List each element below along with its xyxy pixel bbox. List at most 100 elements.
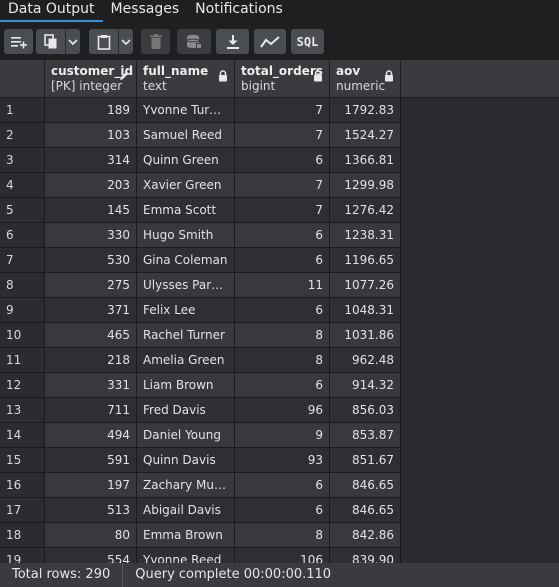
table-row[interactable]: 15 591 Quinn Davis 93 851.67 bbox=[0, 448, 559, 473]
row-number-cell[interactable]: 7 bbox=[0, 248, 45, 273]
cell-customer-id[interactable]: 103 bbox=[45, 123, 137, 148]
cell-total-orders[interactable]: 8 bbox=[235, 348, 330, 373]
add-row-button[interactable] bbox=[4, 29, 33, 54]
cell-aov[interactable]: 856.03 bbox=[330, 398, 401, 423]
row-number-cell[interactable]: 16 bbox=[0, 473, 45, 498]
column-header-aov[interactable]: aov numeric bbox=[330, 60, 401, 98]
cell-full-name[interactable]: Abigail Davis bbox=[137, 498, 235, 523]
tab-data-output[interactable]: Data Output bbox=[0, 0, 103, 22]
cell-total-orders[interactable]: 6 bbox=[235, 373, 330, 398]
table-row[interactable]: 12 331 Liam Brown 6 914.32 bbox=[0, 373, 559, 398]
cell-total-orders[interactable]: 7 bbox=[235, 98, 330, 123]
cell-full-name[interactable]: Gina Coleman bbox=[137, 248, 235, 273]
paste-button[interactable] bbox=[89, 29, 118, 54]
cell-total-orders[interactable]: 96 bbox=[235, 398, 330, 423]
save-data-button[interactable] bbox=[177, 29, 211, 54]
cell-full-name[interactable]: Zachary Mur... bbox=[137, 473, 235, 498]
table-row[interactable]: 4 203 Xavier Green 7 1299.98 bbox=[0, 173, 559, 198]
cell-full-name[interactable]: Quinn Green bbox=[137, 148, 235, 173]
cell-full-name[interactable]: Samuel Reed bbox=[137, 123, 235, 148]
column-header-total-orders[interactable]: total_orders bigint bbox=[235, 60, 330, 98]
cell-aov[interactable]: 1366.81 bbox=[330, 148, 401, 173]
cell-full-name[interactable]: Ulysses Parker bbox=[137, 273, 235, 298]
table-row[interactable]: 8 275 Ulysses Parker 11 1077.26 bbox=[0, 273, 559, 298]
cell-customer-id[interactable]: 513 bbox=[45, 498, 137, 523]
cell-total-orders[interactable]: 6 bbox=[235, 248, 330, 273]
row-number-cell[interactable]: 6 bbox=[0, 223, 45, 248]
cell-aov[interactable]: 1276.42 bbox=[330, 198, 401, 223]
cell-total-orders[interactable]: 9 bbox=[235, 423, 330, 448]
cell-total-orders[interactable]: 11 bbox=[235, 273, 330, 298]
cell-customer-id[interactable]: 275 bbox=[45, 273, 137, 298]
table-row[interactable]: 10 465 Rachel Turner 8 1031.86 bbox=[0, 323, 559, 348]
sql-button[interactable]: SQL bbox=[291, 29, 324, 54]
cell-aov[interactable]: 846.65 bbox=[330, 498, 401, 523]
table-row[interactable]: 2 103 Samuel Reed 7 1524.27 bbox=[0, 123, 559, 148]
column-header-full-name[interactable]: full_name text bbox=[137, 60, 235, 98]
copy-options-button[interactable] bbox=[65, 29, 80, 54]
cell-full-name[interactable]: Yvonne Reed bbox=[137, 548, 235, 563]
cell-full-name[interactable]: Rachel Turner bbox=[137, 323, 235, 348]
cell-customer-id[interactable]: 203 bbox=[45, 173, 137, 198]
row-number-cell[interactable]: 11 bbox=[0, 348, 45, 373]
table-row[interactable]: 9 371 Felix Lee 6 1048.31 bbox=[0, 298, 559, 323]
table-row[interactable]: 17 513 Abigail Davis 6 846.65 bbox=[0, 498, 559, 523]
copy-button[interactable] bbox=[36, 29, 65, 54]
cell-total-orders[interactable]: 6 bbox=[235, 223, 330, 248]
cell-aov[interactable]: 1196.65 bbox=[330, 248, 401, 273]
cell-customer-id[interactable]: 314 bbox=[45, 148, 137, 173]
cell-total-orders[interactable]: 7 bbox=[235, 123, 330, 148]
cell-total-orders[interactable]: 7 bbox=[235, 198, 330, 223]
cell-customer-id[interactable]: 554 bbox=[45, 548, 137, 563]
row-number-cell[interactable]: 8 bbox=[0, 273, 45, 298]
cell-customer-id[interactable]: 330 bbox=[45, 223, 137, 248]
cell-aov[interactable]: 851.67 bbox=[330, 448, 401, 473]
cell-full-name[interactable]: Emma Scott bbox=[137, 198, 235, 223]
column-header-customer-id[interactable]: customer_id [PK] integer bbox=[45, 60, 137, 98]
cell-customer-id[interactable]: 331 bbox=[45, 373, 137, 398]
cell-customer-id[interactable]: 80 bbox=[45, 523, 137, 548]
cell-customer-id[interactable]: 197 bbox=[45, 473, 137, 498]
table-row[interactable]: 5 145 Emma Scott 7 1276.42 bbox=[0, 198, 559, 223]
cell-customer-id[interactable]: 189 bbox=[45, 98, 137, 123]
cell-total-orders[interactable]: 93 bbox=[235, 448, 330, 473]
row-number-cell[interactable]: 10 bbox=[0, 323, 45, 348]
row-number-cell[interactable]: 3 bbox=[0, 148, 45, 173]
row-number-cell[interactable]: 15 bbox=[0, 448, 45, 473]
table-row[interactable]: 13 711 Fred Davis 96 856.03 bbox=[0, 398, 559, 423]
cell-full-name[interactable]: Fred Davis bbox=[137, 398, 235, 423]
cell-aov[interactable]: 962.48 bbox=[330, 348, 401, 373]
table-row[interactable]: 6 330 Hugo Smith 6 1238.31 bbox=[0, 223, 559, 248]
cell-aov[interactable]: 1238.31 bbox=[330, 223, 401, 248]
row-number-cell[interactable]: 5 bbox=[0, 198, 45, 223]
row-number-cell[interactable]: 12 bbox=[0, 373, 45, 398]
cell-total-orders[interactable]: 6 bbox=[235, 298, 330, 323]
cell-total-orders[interactable]: 7 bbox=[235, 173, 330, 198]
cell-aov[interactable]: 1077.26 bbox=[330, 273, 401, 298]
cell-customer-id[interactable]: 530 bbox=[45, 248, 137, 273]
cell-customer-id[interactable]: 145 bbox=[45, 198, 137, 223]
table-row[interactable]: 18 80 Emma Brown 8 842.86 bbox=[0, 523, 559, 548]
table-row[interactable]: 1 189 Yvonne Turner 7 1792.83 bbox=[0, 98, 559, 123]
row-number-cell[interactable]: 18 bbox=[0, 523, 45, 548]
tab-messages[interactable]: Messages bbox=[103, 0, 188, 22]
cell-aov[interactable]: 1792.83 bbox=[330, 98, 401, 123]
row-number-cell[interactable]: 19 bbox=[0, 548, 45, 563]
table-row[interactable]: 14 494 Daniel Young 9 853.87 bbox=[0, 423, 559, 448]
graph-visualiser-button[interactable] bbox=[254, 29, 286, 54]
row-number-cell[interactable]: 1 bbox=[0, 98, 45, 123]
cell-aov[interactable]: 842.86 bbox=[330, 523, 401, 548]
cell-full-name[interactable]: Xavier Green bbox=[137, 173, 235, 198]
tab-notifications[interactable]: Notifications bbox=[187, 0, 291, 22]
row-number-cell[interactable]: 14 bbox=[0, 423, 45, 448]
download-button[interactable] bbox=[216, 29, 249, 54]
cell-full-name[interactable]: Emma Brown bbox=[137, 523, 235, 548]
row-number-cell[interactable]: 2 bbox=[0, 123, 45, 148]
cell-full-name[interactable]: Yvonne Turner bbox=[137, 98, 235, 123]
cell-customer-id[interactable]: 465 bbox=[45, 323, 137, 348]
table-row[interactable]: 19 554 Yvonne Reed 106 839.90 bbox=[0, 548, 559, 563]
cell-total-orders[interactable]: 6 bbox=[235, 473, 330, 498]
cell-aov[interactable]: 914.32 bbox=[330, 373, 401, 398]
cell-customer-id[interactable]: 218 bbox=[45, 348, 137, 373]
cell-aov[interactable]: 1299.98 bbox=[330, 173, 401, 198]
